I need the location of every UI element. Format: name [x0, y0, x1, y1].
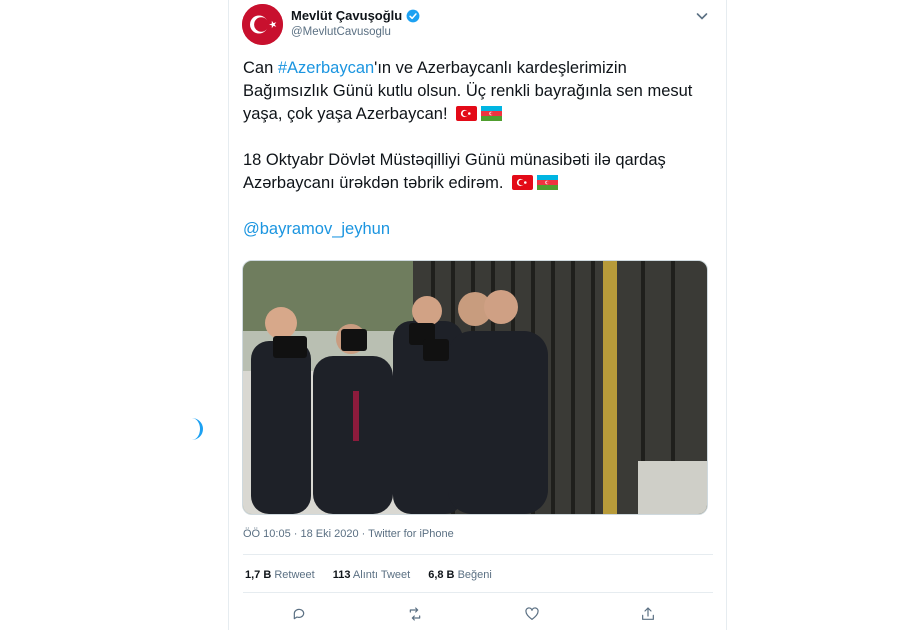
- tweet-timestamp[interactable]: ÖÖ 10:05 · 18 Eki 2020 · Twitter for iPh…: [243, 528, 454, 540]
- tweet-text-prefix: Can: [243, 59, 278, 77]
- azerbaijan-flag-icon: [537, 175, 559, 190]
- display-name[interactable]: Mevlüt Çavuşoğlu: [291, 8, 420, 23]
- like-stat[interactable]: 6,8 B Beğeni: [428, 569, 492, 581]
- quote-stat[interactable]: 113 Alıntı Tweet: [333, 569, 410, 581]
- turkey-flag-avatar-icon: [242, 4, 283, 45]
- verified-icon: [406, 9, 420, 22]
- divider: [243, 592, 713, 593]
- video-frame-image: [243, 261, 707, 514]
- avatar[interactable]: [242, 4, 283, 45]
- tweet-text: Can #Azerbaycan'ın ve Azerbaycanlı karde…: [243, 57, 713, 241]
- tweet-paragraph-1: Can #Azerbaycan'ın ve Azerbaycanlı karde…: [243, 57, 713, 126]
- retweet-label: Retweet: [274, 569, 315, 581]
- hashtag-link[interactable]: #Azerbaycan: [278, 59, 374, 77]
- chevron-down-icon[interactable]: [694, 8, 710, 24]
- display-name-text: Mevlüt Çavuşoğlu: [291, 8, 403, 23]
- retweet-icon[interactable]: [407, 606, 423, 622]
- quote-count: 113: [332, 569, 351, 581]
- like-label: Beğeni: [457, 569, 492, 581]
- retweet-stat[interactable]: 1,7 B Retweet: [245, 569, 315, 581]
- like-icon[interactable]: [524, 606, 540, 622]
- user-handle[interactable]: @MevlutCavusoglu: [291, 26, 391, 38]
- quote-label: Alıntı Tweet: [352, 569, 411, 581]
- divider: [243, 554, 713, 555]
- tweet-text-azeri: 18 Oktyabr Dövlət Müstəqilliyi Günü müna…: [243, 151, 666, 192]
- turkey-flag-icon: [512, 175, 534, 190]
- share-icon[interactable]: [640, 606, 656, 622]
- turkey-flag-icon: [456, 106, 478, 121]
- reply-icon[interactable]: [291, 606, 307, 622]
- tweet-stats: 1,7 B Retweet 113 Alıntı Tweet 6,8 B Beğ…: [245, 569, 492, 581]
- mention-link[interactable]: @bayramov_jeyhun: [243, 220, 390, 238]
- tweet-video[interactable]: [242, 260, 708, 515]
- scroll-indicator: [190, 418, 203, 440]
- tweet-paragraph-2: 18 Oktyabr Dövlət Müstəqilliyi Günü müna…: [243, 149, 713, 195]
- retweet-count: 1,7 B: [245, 569, 272, 581]
- like-count: 6,8 B: [428, 569, 455, 581]
- azerbaijan-flag-icon: [481, 106, 503, 121]
